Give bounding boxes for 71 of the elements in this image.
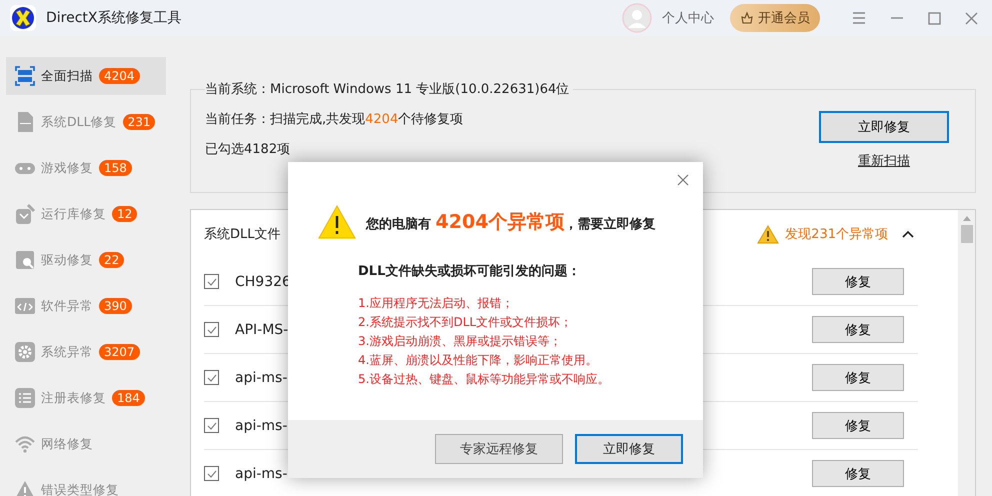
sidebar-item[interactable]: 软件异常 390 <box>6 287 166 325</box>
count-badge: 184 <box>112 390 145 406</box>
anomaly-count-text: 发现231个异常项 <box>785 226 888 243</box>
subtitle-text: DLL文件缺失或损坏可能引发的问题： <box>358 262 580 280</box>
repair-button[interactable]: 修复 <box>812 316 904 343</box>
repair-button[interactable]: 修复 <box>812 460 904 487</box>
repair-button[interactable]: 修复 <box>812 268 904 295</box>
scan-icon <box>14 65 36 87</box>
caret-icon[interactable] <box>902 230 914 238</box>
checkbox[interactable] <box>204 370 219 385</box>
count-badge: 390 <box>99 298 132 314</box>
checkmark-icon <box>206 422 216 430</box>
menu-icon[interactable] <box>852 12 866 24</box>
sidebar-item[interactable]: 错误类型修复 <box>6 471 166 496</box>
checkbox[interactable] <box>204 418 219 433</box>
problem-text: 3.游戏启动崩溃、黑屏或提示错误等； <box>358 333 562 350</box>
checkbox[interactable] <box>204 466 219 481</box>
code-icon <box>14 295 36 317</box>
repair-now-button[interactable]: 立即修复 <box>819 111 949 143</box>
maximize-icon[interactable] <box>928 12 941 24</box>
repair-button[interactable]: 修复 <box>812 412 904 439</box>
sidebar-item[interactable]: 系统DLL修复 231 <box>6 103 166 141</box>
logo-icon <box>10 5 36 31</box>
sidebar-item[interactable]: 系统异常 3207 <box>6 333 166 371</box>
problem-text: 2.系统提示找不到DLL文件或文件损坏； <box>358 314 572 331</box>
vip-button[interactable]: 开通会员 <box>730 4 820 32</box>
count-badge: 12 <box>112 206 138 222</box>
problem-text: 5.设备过热、键盘、鼠标等功能异常或不响应。 <box>358 371 610 388</box>
checkmark-icon <box>206 470 216 478</box>
warning-icon <box>318 205 356 239</box>
close-icon[interactable] <box>677 174 689 186</box>
checkmark-icon <box>206 326 216 334</box>
sidebar-item[interactable]: 运行库修复 12 <box>6 195 166 233</box>
warning-icon <box>14 479 36 496</box>
file-name: api-ms- <box>235 370 288 386</box>
warning-icon <box>757 224 780 244</box>
minimize-icon[interactable] <box>890 17 904 19</box>
scrollbar[interactable] <box>958 210 975 496</box>
scroll-up-icon[interactable] <box>962 216 970 221</box>
repair-now-button[interactable]: 立即修复 <box>575 434 683 464</box>
remote-repair-button[interactable]: 专家远程修复 <box>435 434 563 464</box>
section-title: 系统DLL文件 <box>204 226 280 243</box>
checkmark-icon <box>206 374 216 382</box>
sidebar-item[interactable]: 驱动修复 22 <box>6 241 166 279</box>
window-title: DirectX系统修复工具 <box>46 9 182 27</box>
sidebar-item[interactable]: 注册表修复 184 <box>6 379 166 417</box>
sidebar-item[interactable]: 游戏修复 158 <box>6 149 166 187</box>
rescan-link[interactable]: 重新扫描 <box>858 152 910 170</box>
checkmark-icon <box>206 278 216 286</box>
headline-text: 您的电脑有 4204个异常项，需要立即修复 <box>366 210 656 235</box>
count-badge: 158 <box>99 160 132 176</box>
count-badge: 4204 <box>99 68 140 84</box>
sidebar-item[interactable]: 全面扫描 4204 <box>6 57 166 95</box>
settings-icon <box>14 341 36 363</box>
sidebar-item[interactable]: 网络修复 <box>6 425 166 463</box>
checkbox[interactable] <box>204 322 219 337</box>
file-name: API-MS- <box>235 322 288 338</box>
checkbox[interactable] <box>204 274 219 289</box>
close-icon[interactable] <box>965 12 978 24</box>
problem-text: 1.应用程序无法启动、报错； <box>358 295 514 312</box>
problem-text: 4.蓝屏、崩溃以及性能下降，影响正常使用。 <box>358 352 598 369</box>
count-badge: 22 <box>99 252 124 268</box>
file-name: api-ms- <box>235 418 288 434</box>
crown-icon <box>740 11 754 25</box>
scroll-thumb[interactable] <box>960 225 972 243</box>
list-icon <box>14 387 36 409</box>
repair-button[interactable]: 修复 <box>812 364 904 391</box>
user-center-link[interactable]: 个人中心 <box>662 9 714 27</box>
count-badge: 3207 <box>99 344 140 360</box>
count-badge: 231 <box>122 114 156 130</box>
file-name: api-ms- <box>235 466 288 482</box>
